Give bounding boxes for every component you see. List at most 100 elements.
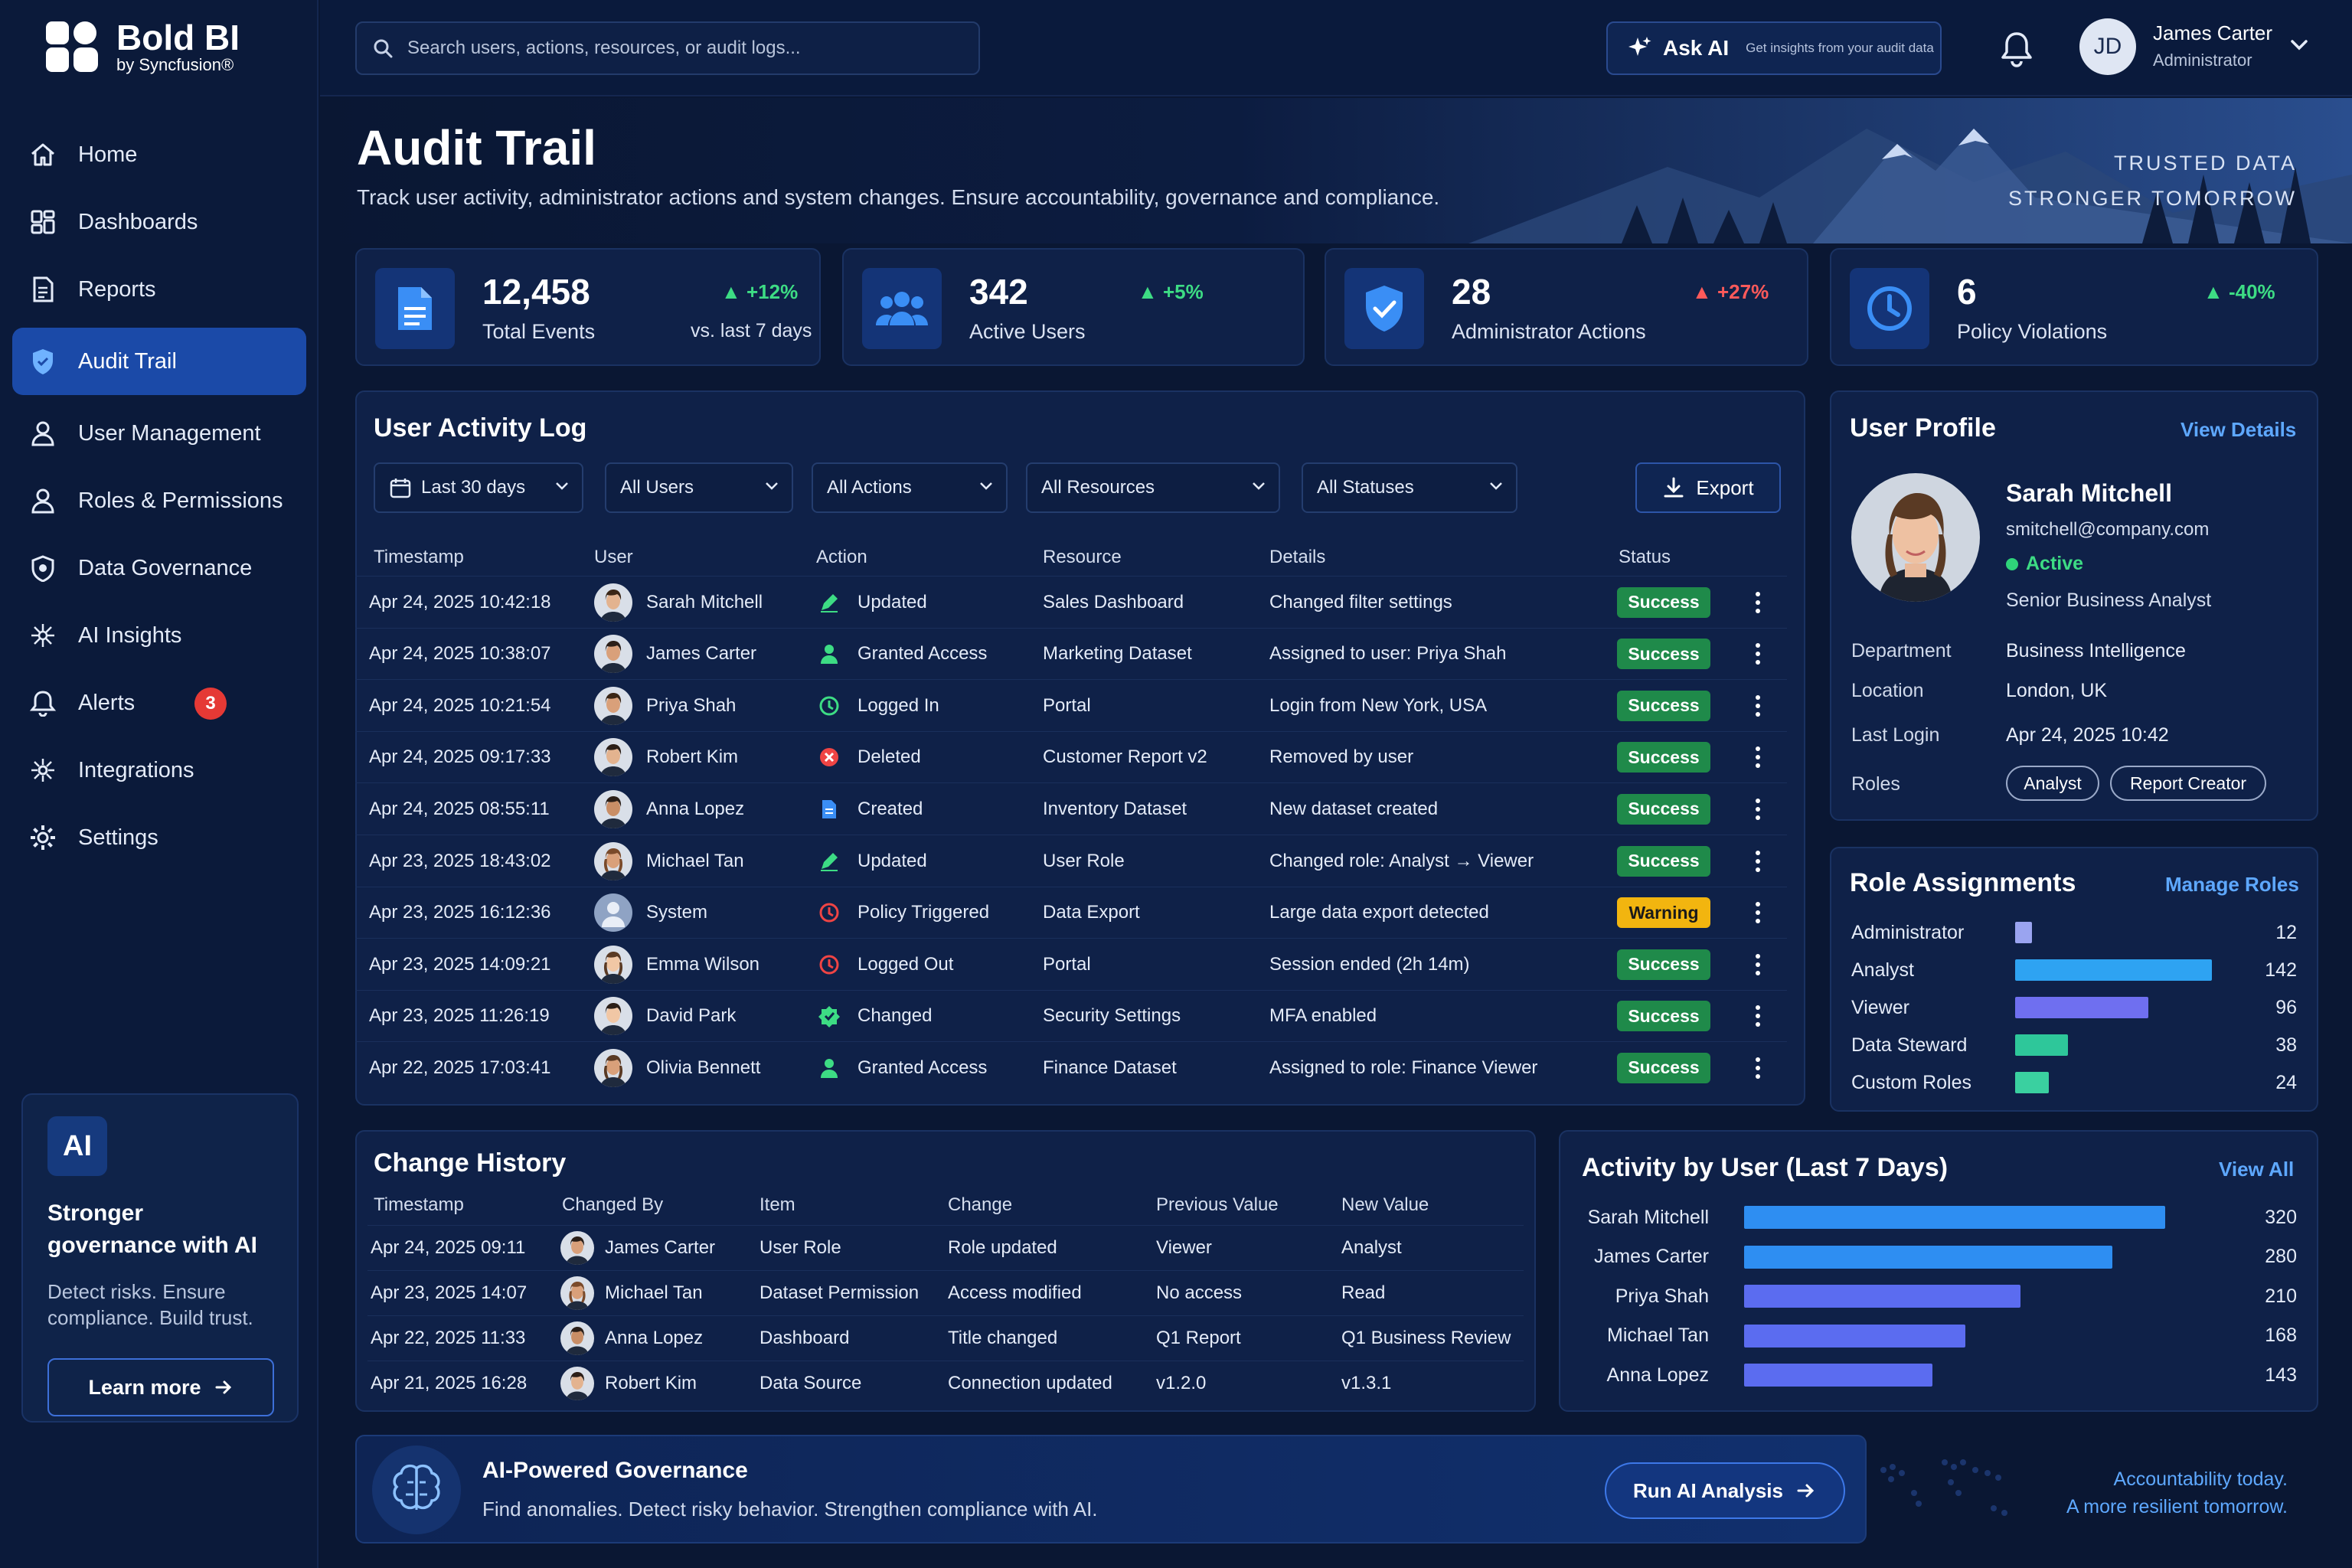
- column-header-timestamp[interactable]: Timestamp: [374, 547, 464, 568]
- chevron-down-icon[interactable]: [2289, 38, 2309, 52]
- profile-job: Senior Business Analyst: [2006, 590, 2212, 611]
- notifications-bell-icon[interactable]: [2000, 31, 2034, 67]
- avatar: [560, 1231, 594, 1265]
- stat-card-total-events[interactable]: 12,458 Total Events ▲ +12% vs. last 7 da…: [355, 248, 821, 366]
- user-avatar[interactable]: JD: [2079, 18, 2136, 75]
- table-row[interactable]: Apr 22, 2025 17:03:41 Olivia Bennett Gra…: [355, 1041, 1787, 1093]
- cell-action: Logged Out: [818, 939, 953, 990]
- stat-label: Total Events: [482, 320, 596, 343]
- more-options-icon[interactable]: [1755, 629, 1761, 680]
- activity-by-user-title: Activity by User (Last 7 Days): [1582, 1153, 1949, 1182]
- stat-card-active-users[interactable]: 342 Active Users ▲ +5%: [842, 248, 1305, 366]
- user-add-icon: [818, 1057, 841, 1080]
- export-button[interactable]: Export: [1635, 462, 1781, 513]
- sidebar-item-integrations[interactable]: Integrations: [12, 737, 306, 804]
- sidebar-item-roles-permissions[interactable]: Roles & Permissions: [12, 467, 306, 534]
- role-value: 142: [2265, 959, 2297, 981]
- table-row[interactable]: Apr 24, 2025 08:55:11 Anna Lopez Created…: [355, 782, 1787, 834]
- user-activity-bar-row[interactable]: Sarah Mitchell 320: [1577, 1202, 2297, 1233]
- stat-card-policy-violations[interactable]: 6 Policy Violations ▲ -40%: [1830, 248, 2318, 366]
- table-row[interactable]: Apr 22, 2025 11:33 Anna Lopez Dashboard …: [368, 1315, 1524, 1360]
- table-row[interactable]: Apr 23, 2025 11:26:19 David Park Changed…: [355, 989, 1787, 1042]
- sidebar-item-data-governance[interactable]: Data Governance: [12, 534, 306, 602]
- more-options-icon[interactable]: [1755, 991, 1761, 1042]
- sidebar-item-audit-trail[interactable]: Audit Trail: [12, 328, 306, 395]
- cell-change: Role updated: [948, 1237, 1057, 1258]
- status-badge: Success: [1617, 793, 1710, 825]
- column-header-timestamp[interactable]: Timestamp: [374, 1194, 464, 1216]
- footer-tagline: Accountability today. A more resilient t…: [1960, 1465, 2288, 1521]
- table-row[interactable]: Apr 21, 2025 16:28 Robert Kim Data Sourc…: [368, 1361, 1524, 1405]
- table-row[interactable]: Apr 24, 2025 09:11 James Carter User Rol…: [368, 1225, 1524, 1269]
- column-header-action[interactable]: Action: [816, 547, 867, 568]
- avatar: [560, 1276, 594, 1310]
- sidebar-item-reports[interactable]: Reports: [12, 256, 306, 323]
- column-header-changed-by[interactable]: Changed By: [562, 1194, 663, 1216]
- user-activity-bar-row[interactable]: Priya Shah 210: [1577, 1281, 2297, 1312]
- user-activity-value: 320: [2265, 1206, 2297, 1228]
- role-chip-report-creator[interactable]: Report Creator: [2110, 766, 2266, 801]
- date-range-filter[interactable]: Last 30 days: [374, 462, 583, 513]
- sidebar-item-dashboards[interactable]: Dashboards: [12, 188, 306, 256]
- column-header-new-value[interactable]: New Value: [1341, 1194, 1429, 1216]
- column-header-previous-value[interactable]: Previous Value: [1156, 1194, 1279, 1216]
- role-chip-analyst[interactable]: Analyst: [2006, 766, 2099, 801]
- table-row[interactable]: Apr 23, 2025 14:09:21 Emma Wilson Logged…: [355, 938, 1787, 989]
- column-header-resource[interactable]: Resource: [1043, 547, 1122, 568]
- table-row[interactable]: Apr 24, 2025 09:17:33 Robert Kim Deleted…: [355, 730, 1787, 783]
- sidebar-item-home[interactable]: Home: [12, 121, 306, 188]
- user-activity-bar-row[interactable]: Anna Lopez 143: [1577, 1360, 2297, 1390]
- column-header-item[interactable]: Item: [760, 1194, 795, 1216]
- user-add-icon: [818, 642, 841, 665]
- more-options-icon[interactable]: [1755, 835, 1761, 887]
- column-header-change[interactable]: Change: [948, 1194, 1012, 1216]
- view-details-link[interactable]: View Details: [2180, 418, 2296, 442]
- cell-timestamp: Apr 24, 2025 10:21:54: [369, 694, 551, 716]
- learn-more-button[interactable]: Learn more: [47, 1358, 274, 1416]
- cell-changed-by: Anna Lopez: [560, 1316, 703, 1361]
- table-row[interactable]: Apr 23, 2025 14:07 Michael Tan Dataset P…: [368, 1270, 1524, 1315]
- sidebar-item-settings[interactable]: Settings: [12, 804, 306, 871]
- more-options-icon[interactable]: [1755, 732, 1761, 783]
- more-options-icon[interactable]: [1755, 680, 1761, 731]
- users-filter[interactable]: All Users: [605, 462, 793, 513]
- user-activity-bar-row[interactable]: Michael Tan 168: [1577, 1321, 2297, 1351]
- actions-filter[interactable]: All Actions: [812, 462, 1008, 513]
- role-bar-row[interactable]: Analyst 142: [1851, 955, 2297, 985]
- role-bar-row[interactable]: Custom Roles 24: [1851, 1067, 2297, 1098]
- ask-ai-button[interactable]: Ask AI Get insights from your audit data: [1606, 21, 1942, 75]
- more-options-icon[interactable]: [1755, 577, 1761, 628]
- resources-filter[interactable]: All Resources: [1026, 462, 1280, 513]
- role-bar-row[interactable]: Data Steward 38: [1851, 1030, 2297, 1060]
- more-options-icon[interactable]: [1755, 1042, 1761, 1093]
- role-bar-row[interactable]: Viewer 96: [1851, 992, 2297, 1023]
- sidebar-item-user-management[interactable]: User Management: [12, 400, 306, 467]
- manage-roles-link[interactable]: Manage Roles: [2165, 873, 2299, 897]
- table-row[interactable]: Apr 23, 2025 18:43:02 Michael Tan Update…: [355, 835, 1787, 886]
- table-row[interactable]: Apr 24, 2025 10:21:54 Priya Shah Logged …: [355, 679, 1787, 730]
- search-box[interactable]: [355, 21, 980, 75]
- avatar: [594, 893, 632, 933]
- stat-card-admin-actions[interactable]: 28 Administrator Actions ▲ +27%: [1325, 248, 1808, 366]
- stat-label: Administrator Actions: [1452, 320, 1646, 343]
- user-activity-bar-row[interactable]: James Carter 280: [1577, 1242, 2297, 1272]
- view-all-link[interactable]: View All: [2219, 1158, 2294, 1181]
- statuses-filter-value: All Statuses: [1317, 477, 1414, 498]
- cell-item: Data Source: [760, 1373, 862, 1393]
- more-options-icon[interactable]: [1755, 939, 1761, 990]
- more-options-icon[interactable]: [1755, 783, 1761, 835]
- more-options-icon[interactable]: [1755, 887, 1761, 939]
- column-header-details[interactable]: Details: [1269, 547, 1325, 568]
- brand-logo[interactable]: Bold BI by Syncfusion®: [43, 17, 240, 77]
- role-bar-row[interactable]: Administrator 12: [1851, 917, 2297, 948]
- search-input[interactable]: [407, 38, 959, 59]
- column-header-status[interactable]: Status: [1619, 547, 1671, 568]
- sidebar-item-alerts[interactable]: Alerts 3: [12, 669, 306, 737]
- sidebar-item-ai-insights[interactable]: AI Insights: [12, 602, 306, 669]
- table-row[interactable]: Apr 24, 2025 10:38:07 James Carter Grant…: [355, 627, 1787, 680]
- run-ai-analysis-button[interactable]: Run AI Analysis: [1605, 1462, 1845, 1519]
- table-row[interactable]: Apr 23, 2025 16:12:36 System Policy Trig…: [355, 886, 1787, 939]
- column-header-user[interactable]: User: [594, 547, 633, 568]
- statuses-filter[interactable]: All Statuses: [1302, 462, 1517, 513]
- table-row[interactable]: Apr 24, 2025 10:42:18 Sarah Mitchell Upd…: [355, 576, 1787, 627]
